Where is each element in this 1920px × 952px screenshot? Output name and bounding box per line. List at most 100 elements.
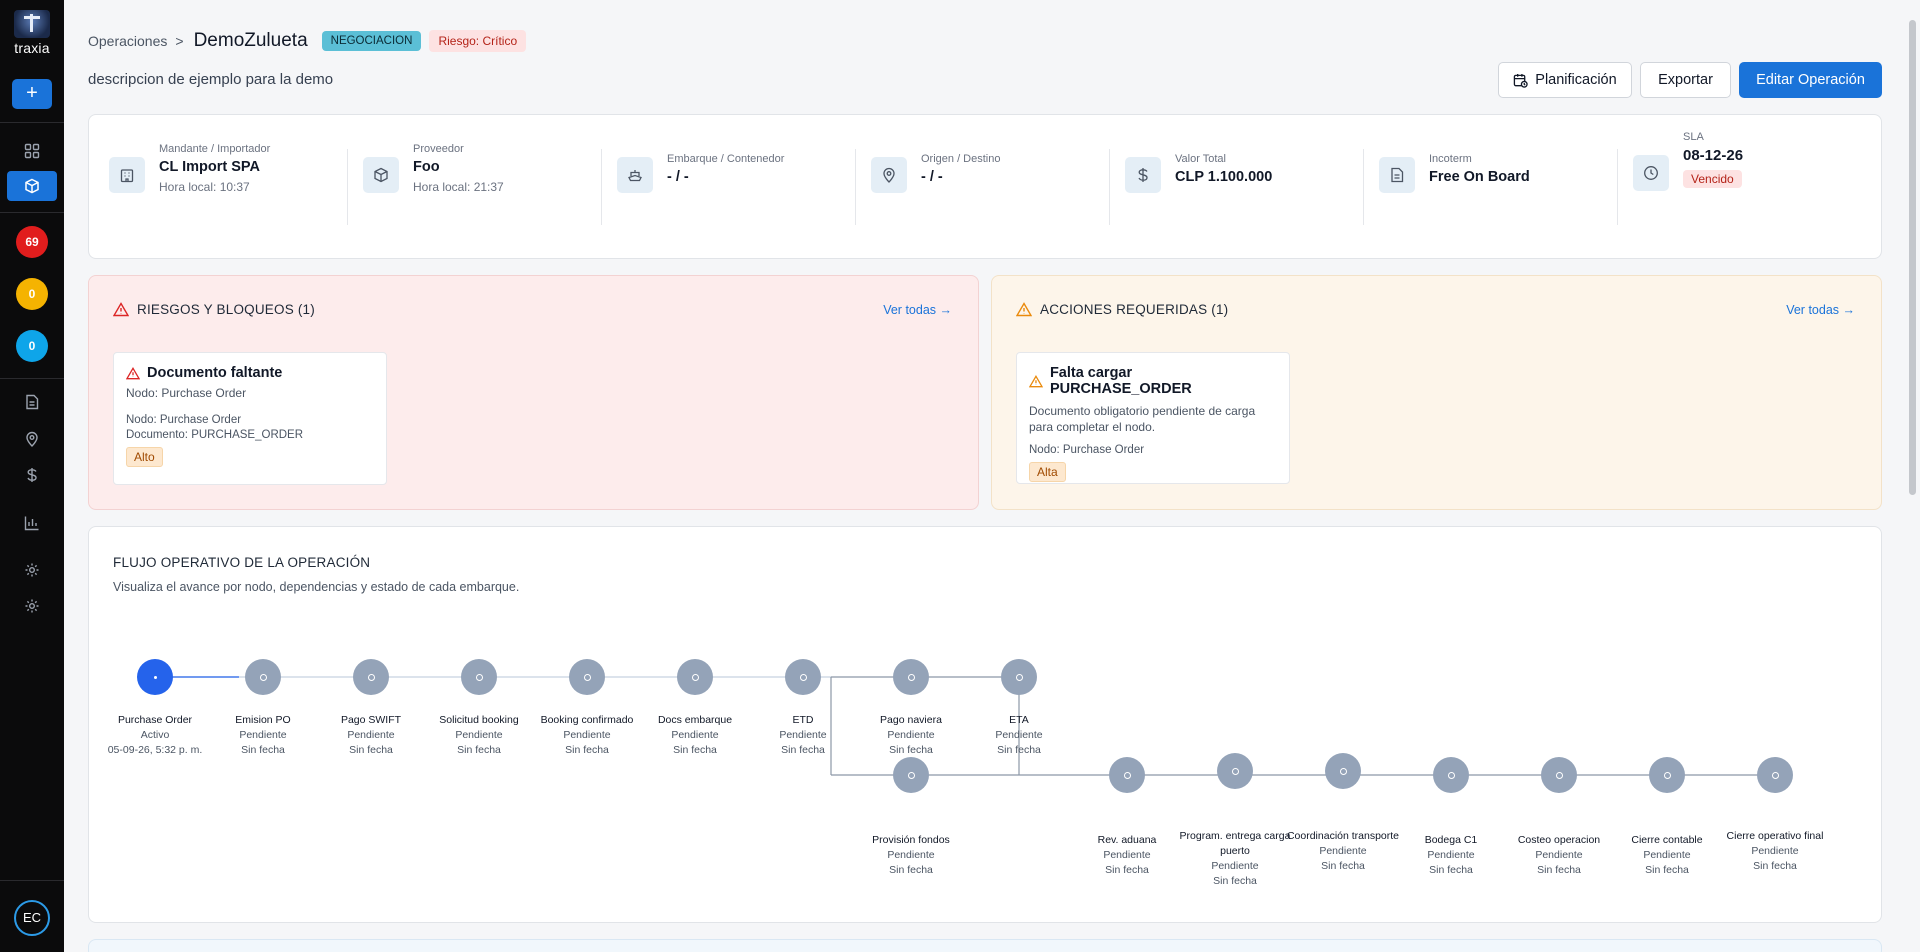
operations-box-icon[interactable] [7, 171, 57, 201]
chart-icon[interactable] [17, 510, 47, 536]
node-date: Sin fecha [1429, 864, 1473, 876]
node-name: Rev. aduana [1097, 834, 1157, 846]
page-title: DemoZulueta [193, 30, 308, 51]
info-value: - / - [667, 169, 689, 185]
flow-node[interactable] [1541, 757, 1577, 793]
node-status: Pendiente [1535, 849, 1583, 861]
info-value: Free On Board [1429, 169, 1530, 185]
flow-node[interactable] [893, 757, 929, 793]
node-status: Pendiente [1319, 845, 1367, 857]
warning-triangle-icon [126, 366, 140, 379]
page-scrollbar[interactable] [1909, 20, 1916, 495]
flow-node[interactable] [461, 659, 497, 695]
flow-node[interactable] [1217, 753, 1253, 789]
risk-item-card[interactable]: Documento faltante Nodo: Purchase Order … [113, 352, 387, 485]
app-logo[interactable]: traxia [12, 10, 52, 58]
flow-node[interactable] [245, 659, 281, 695]
add-button[interactable]: + [12, 79, 52, 109]
action-item-card[interactable]: Falta cargar PURCHASE_ORDER Documento ob… [1016, 352, 1290, 484]
risks-panel: RIESGOS Y BLOQUEOS (1) Ver todas → Docum… [88, 275, 979, 510]
box-icon [363, 157, 399, 193]
dashboard-icon[interactable] [17, 138, 47, 164]
export-button[interactable]: Exportar [1640, 62, 1731, 98]
divider [1617, 149, 1618, 225]
flow-node-label: Cierre operativo final Pendiente Sin fecha [1715, 829, 1835, 874]
planning-button[interactable]: Planificación [1498, 62, 1632, 98]
dollar-icon[interactable] [17, 462, 47, 488]
settings-gear-icon[interactable] [17, 557, 47, 583]
divider [1109, 149, 1110, 225]
divider [347, 149, 348, 225]
risks-panel-title: RIESGOS Y BLOQUEOS (1) [137, 302, 315, 317]
flow-node-label: Cierre contable Pendiente Sin fecha [1607, 833, 1727, 878]
flow-node-label: Rev. aduana Pendiente Sin fecha [1067, 833, 1187, 878]
location-icon [871, 157, 907, 193]
node-date: 05-09-26, 5:32 p. m. [107, 744, 203, 756]
divider [1363, 149, 1364, 225]
alerts-badge-blue[interactable]: 0 [16, 330, 48, 362]
node-name: Purchase Order [117, 714, 193, 726]
node-date: Sin fecha [1105, 864, 1149, 876]
node-dot-icon [259, 673, 267, 681]
sla-expired-badge: Vencido [1683, 170, 1742, 188]
flow-node[interactable] [1649, 757, 1685, 793]
node-dot-icon [907, 673, 915, 681]
warning-triangle-icon [113, 302, 129, 317]
node-name: Cierre contable [1631, 834, 1703, 846]
edit-operation-button[interactable]: Editar Operación [1739, 62, 1882, 98]
dollar-icon [1125, 157, 1161, 193]
node-name: Cierre operativo final [1726, 830, 1824, 842]
flow-node-label: Purchase Order Activo 05-09-26, 5:32 p. m. [95, 713, 215, 758]
node-name: Coordinación transporte [1286, 830, 1400, 842]
breadcrumb-operaciones[interactable]: Operaciones [88, 33, 167, 49]
actions-panel-title: ACCIONES REQUERIDAS (1) [1040, 302, 1229, 317]
action-item-description: Documento obligatorio pendiente de carga… [1029, 404, 1256, 434]
node-name: Program. entrega carga puerto [1179, 830, 1291, 857]
documents-icon[interactable] [17, 389, 47, 415]
flow-node-label: Coordinación transporte Pendiente Sin fech… [1283, 829, 1403, 874]
node-date: Sin fecha [781, 744, 825, 756]
alerts-badge-red[interactable]: 69 [16, 226, 48, 258]
edit-operation-button-label: Editar Operación [1756, 72, 1865, 88]
flow-node[interactable] [1433, 757, 1469, 793]
next-section-card [88, 939, 1882, 952]
flow-node[interactable] [353, 659, 389, 695]
node-status: Pendiente [1211, 860, 1259, 872]
flow-node[interactable] [893, 659, 929, 695]
location-icon[interactable] [17, 426, 47, 452]
node-name: Docs embarque [657, 714, 733, 726]
node-name: Bodega C1 [1424, 834, 1478, 846]
building-icon [109, 157, 145, 193]
flow-node[interactable] [677, 659, 713, 695]
flow-node[interactable] [785, 659, 821, 695]
risks-see-all-link[interactable]: Ver todas → [883, 303, 952, 317]
severity-badge: Alta [1029, 462, 1066, 482]
flow-node[interactable] [137, 659, 173, 695]
breadcrumb-separator: > [175, 33, 184, 49]
severity-badge: Alto [126, 447, 163, 467]
flow-node[interactable] [1325, 753, 1361, 789]
flow-node[interactable] [1109, 757, 1145, 793]
alerts-badge-yellow[interactable]: 0 [16, 278, 48, 310]
warning-triangle-icon [1029, 374, 1043, 387]
node-status: Pendiente [239, 729, 287, 741]
node-date: Sin fecha [241, 744, 285, 756]
flow-node[interactable] [569, 659, 605, 695]
node-dot-icon [475, 673, 483, 681]
admin-gear-icon[interactable] [17, 593, 47, 619]
logo-text: traxia [14, 40, 50, 56]
actions-see-all-link[interactable]: Ver todas → [1786, 303, 1855, 317]
info-shipment: Embarque / Contenedor - / - [617, 143, 784, 219]
sidebar-divider [0, 378, 64, 379]
flow-node[interactable] [1757, 757, 1793, 793]
node-dot-icon [153, 675, 157, 679]
node-date: Sin fecha [889, 744, 933, 756]
flow-node[interactable] [1001, 659, 1037, 695]
user-avatar[interactable]: EC [14, 900, 50, 936]
node-status: Pendiente [563, 729, 611, 741]
info-local-time: Hora local: 10:37 [159, 180, 250, 194]
status-badge: NEGOCIACION [321, 31, 422, 51]
node-dot-icon [583, 673, 591, 681]
node-status: Pendiente [1427, 849, 1475, 861]
info-sla: SLA 08-12-26 Vencido [1633, 131, 1743, 207]
